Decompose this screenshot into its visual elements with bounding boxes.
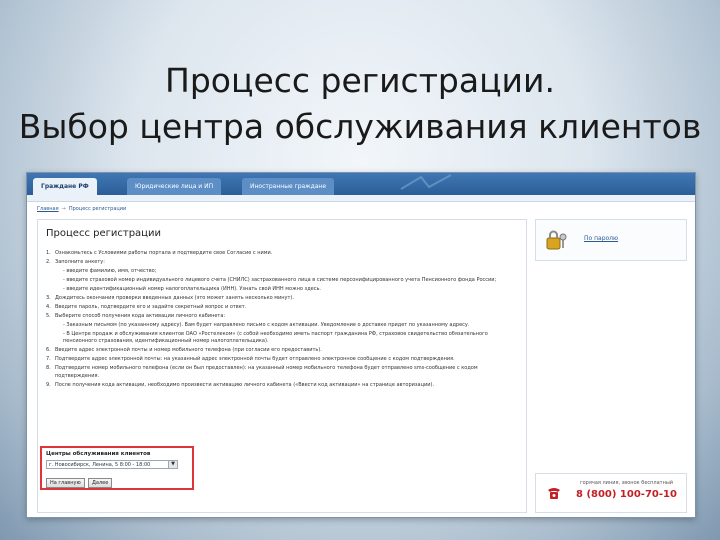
step-number [54,268,63,275]
breadcrumb: Главная → Процесс регистрации [37,206,126,212]
tab-foreign-citizens[interactable]: Иностранные граждане [242,178,335,195]
step-number: 8. [46,365,51,372]
step-number [54,286,63,293]
tab-bar: Граждане РФ Юридические лица и ИП Иностр… [27,173,695,195]
hotline-panel: горячая линия, звонок бесплатный 8 (800)… [535,473,687,513]
breadcrumb-current: Процесс регистрации [68,206,127,212]
step-number: 4. [46,304,51,310]
phone-icon [548,488,560,499]
slide-title-line1: Процесс регистрации. [165,61,555,100]
service-center-highlight: Центры обслуживания клиентов г. Новосиби… [40,446,194,490]
watermark-logo [400,174,452,190]
step-text: - введите страховой номер индивидуальног… [63,277,497,283]
list-item: 2. Заполните анкету: [46,259,520,266]
list-item: 4. Введите пароль, подтвердите его и зада… [46,304,520,311]
breadcrumb-separator: → [61,206,66,212]
step-number [54,322,63,329]
step-number: 7. [46,356,51,363]
step-text: Заполните анкету: [55,259,105,265]
list-item: - Заказным письмом (по указанному адресу… [46,322,520,329]
list-item: 6. Введите адрес электронной почты и номе… [46,347,520,354]
login-panel: По паролю [535,219,687,261]
hotline-number: 8 (800) 100-70-10 [576,489,677,500]
list-item: 8. Подтвердите номер мобильного телефона … [46,365,520,380]
tab-citizens[interactable]: Граждане РФ [33,178,97,195]
service-center-label: Центры обслуживания клиентов [46,451,151,457]
password-login-link[interactable]: По паролю [584,235,618,242]
step-number: 3. [46,295,51,301]
slide-title: Процесс регистрации. Выбор центра обслуж… [0,58,720,150]
step-text: - В Центре продаж и обслуживания клиенто… [63,331,488,345]
step-number: 1. [46,250,51,256]
home-button[interactable]: На главную [46,478,85,488]
step-text: Подтвердите адрес электронной почты: на … [55,356,455,363]
next-button[interactable]: Далее [88,478,113,488]
step-number [54,331,63,346]
step-text: Введите пароль, подтвердите его и задайт… [55,304,247,310]
list-item: - введите идентификационный номер налого… [46,286,520,293]
service-center-select[interactable]: г. Новосибирск, Ленина, 5 8:00 - 18:00 ▼ [46,460,178,469]
step-text: Подтвердите номер мобильного телефона (е… [55,365,478,379]
tab-legal-entities[interactable]: Юридические лица и ИП [127,178,222,195]
step-text: Ознакомьтесь с Условиями работы портала … [55,250,273,256]
step-text: Дождитесь окончания проверки введенных д… [55,295,294,301]
list-item: 7. Подтвердите адрес электронной почты: н… [46,356,520,363]
step-number: 2. [46,259,51,265]
list-item: 9. После получения кода активации, необхо… [46,382,520,389]
breadcrumb-home[interactable]: Главная [37,206,59,212]
list-item: 3. Дождитесь окончания проверки введенных… [46,295,520,302]
page-title: Процесс регистрации [46,228,161,239]
step-text: Выберите способ получения кода активации… [55,313,226,319]
lock-key-icon [546,230,567,250]
hotline-label: горячая линия, звонок бесплатный [580,480,674,486]
step-text: - введите фамилию, имя, отчество; [63,268,157,274]
tab-subbar [27,195,695,202]
registration-panel: Процесс регистрации 1. Ознакомьтесь с Усл… [37,219,527,513]
chevron-down-icon[interactable]: ▼ [168,461,177,468]
list-item: 5. Выберите способ получения кода активац… [46,313,520,320]
step-number: 6. [46,347,51,354]
step-number: 9. [46,381,51,388]
step-text: - Заказным письмом (по указанному адресу… [63,322,470,328]
slide-title-line2: Выбор центра обслуживания клиентов [18,107,702,146]
step-text: Введите адрес электронной почты и номер … [55,347,322,354]
steps-list: 1. Ознакомьтесь с Условиями работы портал… [46,250,520,391]
step-number: 5. [46,313,51,319]
list-item: 1. Ознакомьтесь с Условиями работы портал… [46,250,520,257]
list-item: - В Центре продаж и обслуживания клиенто… [46,331,520,346]
step-number [54,277,63,284]
list-item: - введите страховой номер индивидуальног… [46,277,520,284]
step-text: После получения кода активации, необходи… [55,381,435,388]
service-center-selected: г. Новосибирск, Ленина, 5 8:00 - 18:00 [49,462,151,468]
step-text: - введите идентификационный номер налого… [63,286,322,292]
list-item: - введите фамилию, имя, отчество; [46,268,520,275]
portal-screenshot: Граждане РФ Юридические лица и ИП Иностр… [26,172,696,518]
